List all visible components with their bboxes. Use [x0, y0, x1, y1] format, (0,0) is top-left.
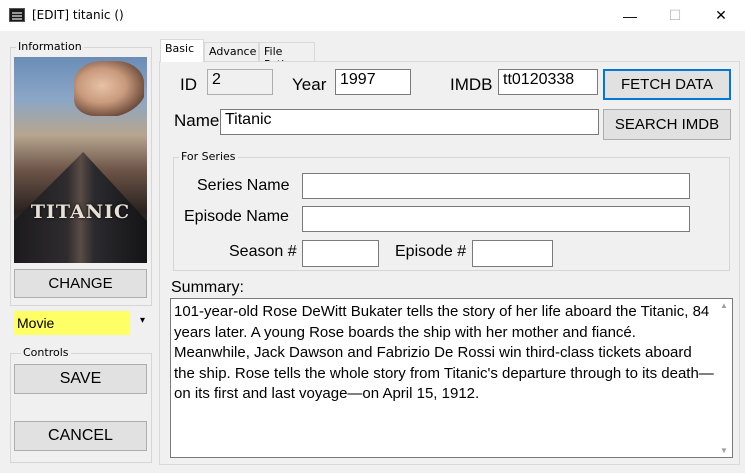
episode-name-label: Episode Name: [184, 208, 289, 225]
imdb-label: IMDB: [450, 75, 493, 94]
fetch-data-button[interactable]: FETCH DATA: [603, 69, 731, 100]
poster-image: TITANIC: [14, 57, 147, 263]
maximize-button[interactable]: ☐: [652, 0, 698, 31]
minimize-button[interactable]: —: [607, 0, 653, 31]
poster-title: TITANIC: [30, 201, 131, 223]
information-label: Information: [16, 40, 84, 53]
cancel-button[interactable]: CANCEL: [14, 421, 147, 451]
season-label: Season #: [229, 243, 297, 260]
type-select-value: Movie: [14, 311, 130, 335]
name-label: Name: [174, 111, 220, 130]
tab-basic[interactable]: Basic: [160, 39, 204, 62]
tab-file-paths[interactable]: File Paths: [259, 42, 315, 71]
name-field[interactable]: Titanic: [220, 109, 599, 135]
id-field: 2: [207, 69, 273, 95]
close-button[interactable]: ✕: [698, 0, 744, 31]
window-title: [EDIT] titanic (): [32, 8, 124, 22]
series-name-label: Series Name: [197, 177, 290, 194]
save-button[interactable]: SAVE: [14, 364, 147, 394]
series-name-field[interactable]: [302, 173, 690, 199]
change-button[interactable]: CHANGE: [14, 269, 147, 298]
title-bar: [EDIT] titanic () — ☐ ✕: [0, 0, 745, 31]
scroll-down-icon[interactable]: ▼: [717, 446, 731, 455]
episode-label: Episode #: [395, 243, 467, 260]
for-series-label: For Series: [179, 150, 238, 163]
episode-field[interactable]: [472, 240, 553, 267]
summary-text: 101-year-old Rose DeWitt Bukater tells t…: [174, 303, 714, 402]
episode-name-field[interactable]: [302, 206, 690, 232]
poster-faces: [74, 61, 144, 116]
search-imdb-button[interactable]: SEARCH IMDB: [603, 109, 731, 140]
season-field[interactable]: [302, 240, 379, 267]
year-label: Year: [292, 75, 327, 94]
app-icon: [9, 8, 25, 22]
summary-textarea[interactable]: 101-year-old Rose DeWitt Bukater tells t…: [170, 298, 733, 458]
year-field[interactable]: 1997: [335, 69, 411, 95]
controls-label: Controls: [21, 346, 71, 359]
scroll-up-icon[interactable]: ▲: [717, 301, 731, 310]
tab-advance[interactable]: Advance: [204, 42, 259, 61]
summary-label: Summary:: [171, 279, 244, 296]
imdb-field[interactable]: tt0120338: [498, 69, 598, 95]
type-select[interactable]: Movie ▾: [14, 311, 147, 335]
chevron-down-icon[interactable]: ▾: [140, 315, 145, 326]
id-label: ID: [180, 75, 197, 94]
